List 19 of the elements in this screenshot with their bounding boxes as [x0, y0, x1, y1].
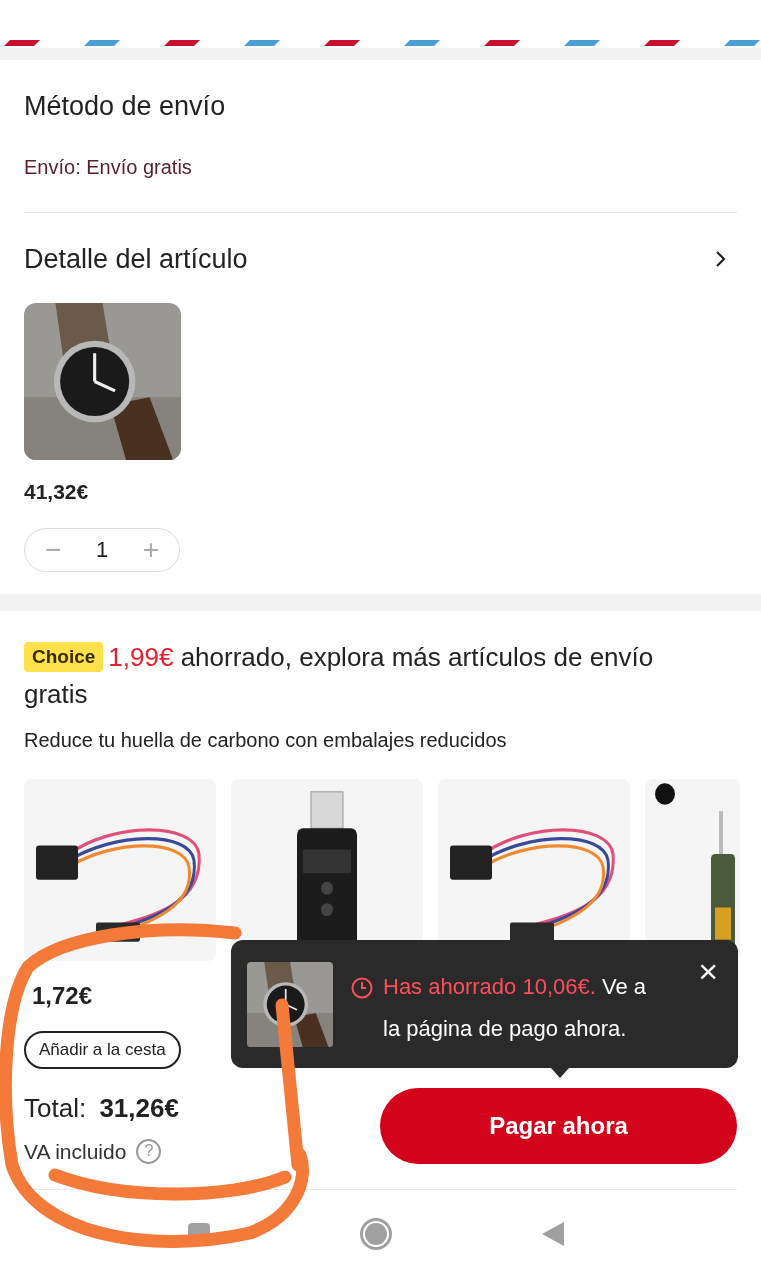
section-title: Método de envío: [24, 90, 227, 122]
clock-icon: [351, 977, 373, 999]
toast-message: Has ahorrado 10,06€. Ve a la página de pago ahora.: [383, 973, 647, 1043]
chevron-right-icon[interactable]: [715, 250, 727, 268]
add-to-cart-button[interactable]: Añadir a la cesta: [24, 1030, 181, 1069]
product-price: 1,72€: [32, 980, 93, 1011]
promo-headline: Choice 1,99€ ahorrado, explora más artículos de envío gratis: [24, 640, 655, 711]
tax-note: VA incluido: [24, 1138, 127, 1165]
back-nav-icon[interactable]: [541, 1221, 564, 1246]
order-total: Total: 31,26€: [24, 1091, 179, 1125]
promo-subtitle: Reduce tu huella de carbono con embalajes reducidos: [24, 727, 508, 753]
help-icon[interactable]: ?: [136, 1138, 162, 1164]
item-price: 41,32€: [24, 479, 90, 505]
section-title: Detalle del artículo: [24, 243, 248, 275]
shipping-method: Envío: Envío gratis: [24, 155, 193, 180]
home-nav-icon[interactable]: [359, 1217, 392, 1250]
pay-now-button[interactable]: Pagar ahora: [380, 1087, 737, 1164]
close-button[interactable]: ×: [698, 954, 718, 988]
quantity-value: 1: [95, 536, 109, 564]
